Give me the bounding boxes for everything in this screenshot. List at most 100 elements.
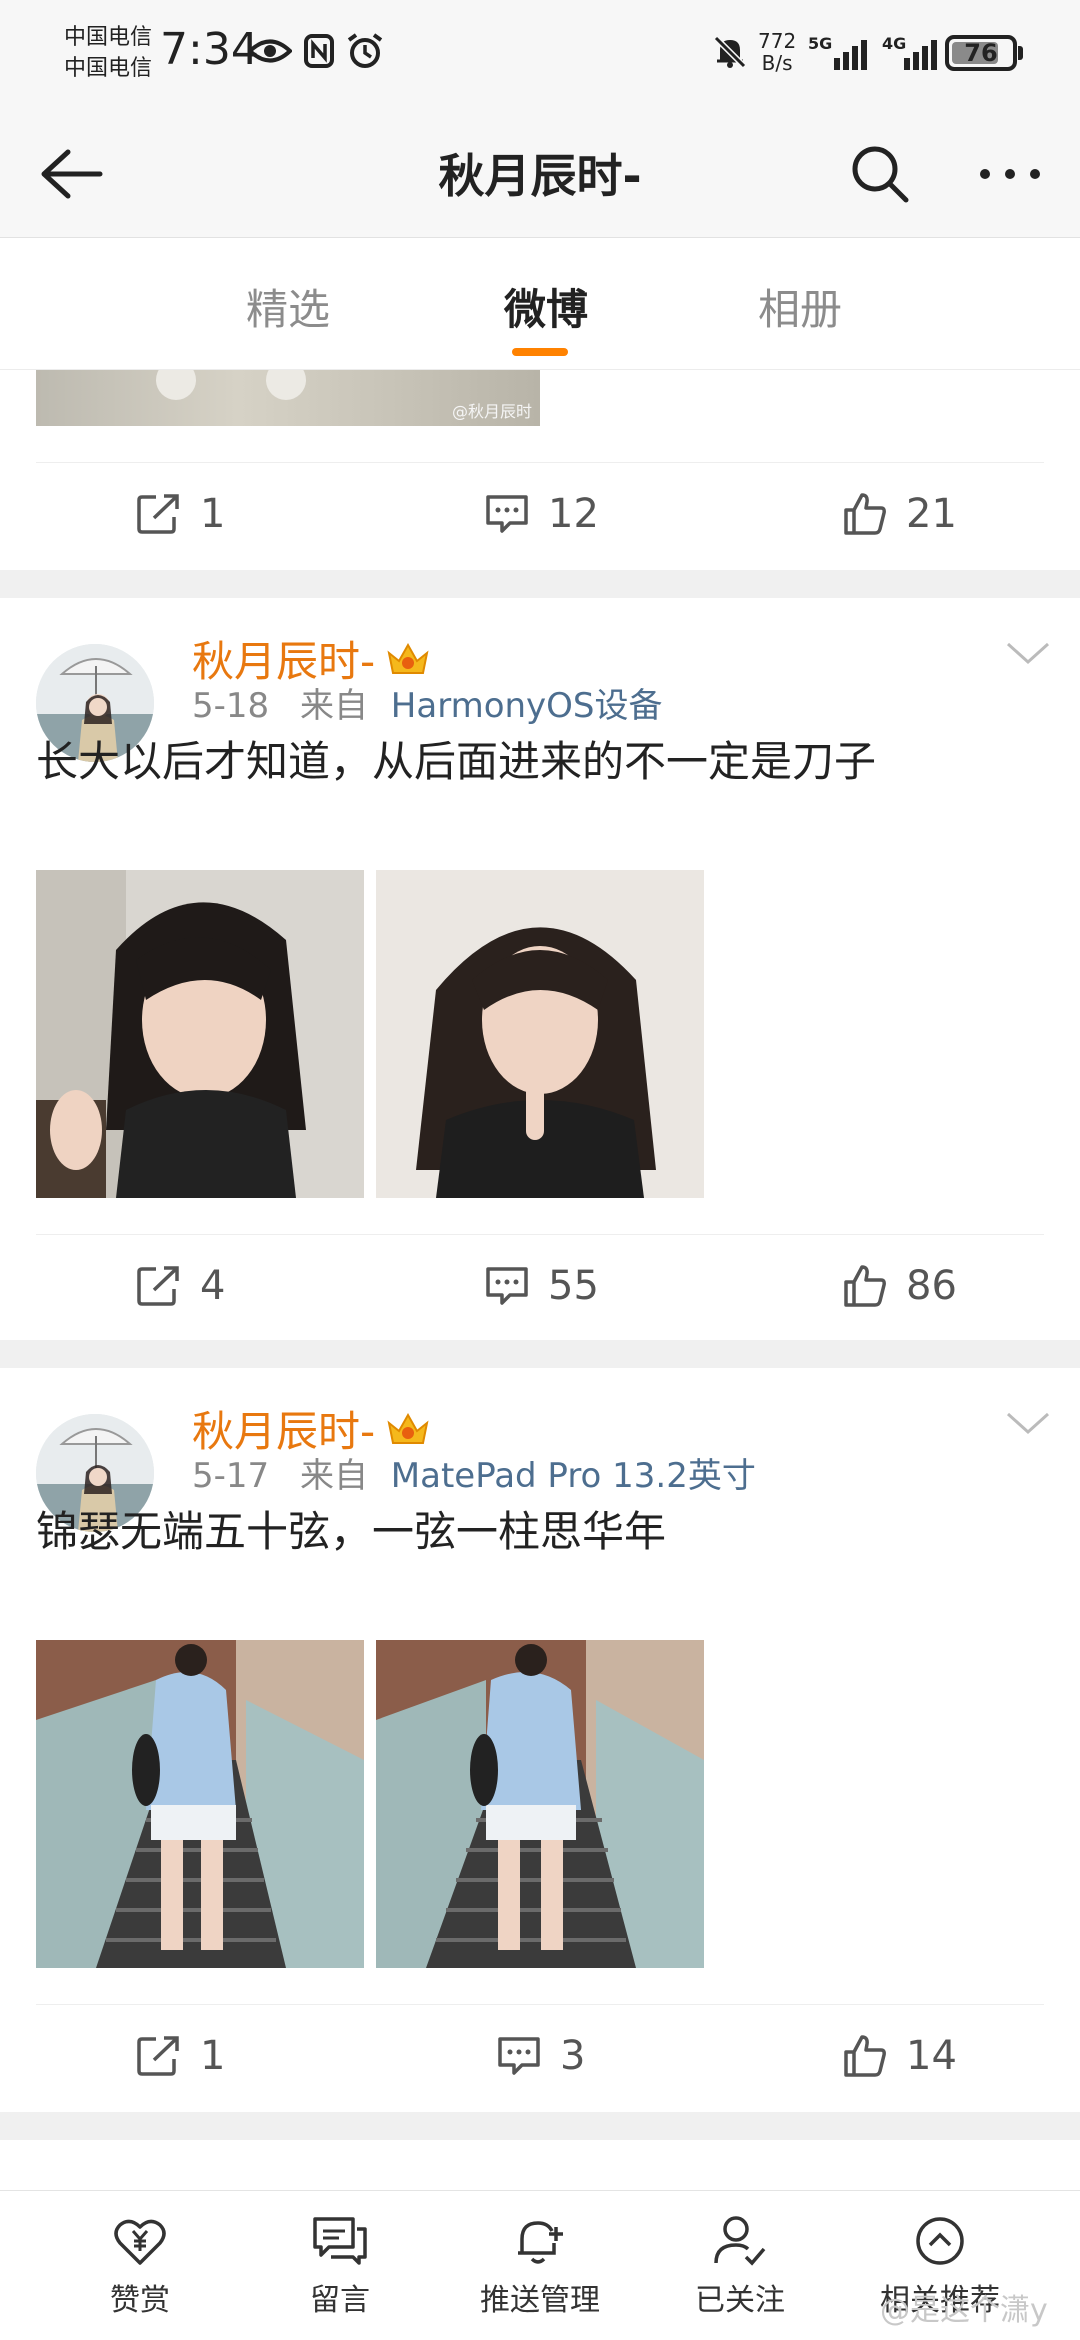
active-tab-indicator <box>512 348 568 356</box>
photo-escalator <box>36 1640 364 1968</box>
post-separator <box>0 2112 1080 2140</box>
like-count: 14 <box>906 2033 957 2079</box>
battery-level: 76 <box>964 39 998 67</box>
comment-icon <box>486 1267 528 1305</box>
push-settings-button[interactable]: 推送管理 <box>460 2213 620 2319</box>
photo-selfie <box>376 870 704 1198</box>
post-image[interactable] <box>376 870 704 1198</box>
user-check-icon <box>714 2216 766 2266</box>
comment-button[interactable]: 55 <box>484 1263 599 1309</box>
comment-button[interactable]: 12 <box>484 491 599 537</box>
post-image-partial[interactable]: @秋月辰时 <box>36 370 540 426</box>
vip-crown-icon <box>387 642 429 674</box>
repost-count: 1 <box>200 2033 226 2079</box>
post-meta: 5-17 来自 MatePad Pro 13.2英寸 <box>192 1448 756 1497</box>
following-label: 已关注 <box>695 2283 785 2318</box>
source-device[interactable]: HarmonyOS设备 <box>391 686 663 726</box>
carrier-labels: 中国电信 中国电信 <box>64 22 152 84</box>
battery-indicator: 76 <box>945 35 1017 71</box>
image-detail <box>266 370 306 400</box>
top-nav-bar: 秋月辰时- <box>0 110 1080 238</box>
source-prefix: 来自 <box>299 1456 368 1496</box>
clock: 7:34 <box>160 24 259 75</box>
carrier-2: 中国电信 <box>64 56 153 81</box>
like-button[interactable]: 14 <box>842 2033 957 2079</box>
search-icon[interactable] <box>848 142 912 206</box>
post-separator <box>0 570 1080 598</box>
net-speed-value: 772 <box>758 29 797 53</box>
comment-icon <box>498 2037 540 2075</box>
battery-tip <box>1018 46 1023 60</box>
post-image[interactable] <box>376 1640 704 1968</box>
chevron-up-circle-icon <box>916 2217 964 2265</box>
vip-crown-icon <box>387 1412 429 1444</box>
thumbs-up-icon <box>844 2035 886 2077</box>
next-post-partial <box>0 2140 1080 2190</box>
push-settings-label: 推送管理 <box>480 2283 600 2318</box>
post-date: 5-17 <box>192 1456 270 1496</box>
carrier-1: 中国电信 <box>64 25 153 50</box>
post-card: 秋月辰时- 5-18 来自 HarmonyOS设备 长大以后才知道，从后面进来的… <box>0 598 1080 1340</box>
page-title: 秋月辰时- <box>438 149 642 203</box>
tab-weibo[interactable]: 微博 <box>466 276 626 337</box>
comment-count: 3 <box>560 2033 586 2079</box>
repost-button[interactable]: 1 <box>136 491 225 537</box>
post-separator <box>0 1340 1080 1368</box>
like-count: 86 <box>906 1263 957 1309</box>
eye-icon <box>248 39 292 63</box>
message-icon <box>313 2217 367 2265</box>
post-text: 长大以后才知道，从后面进来的不一定是刀子 <box>36 737 877 786</box>
like-button[interactable]: 21 <box>842 491 957 537</box>
nfc-icon <box>304 34 334 68</box>
net-speed-unit: B/s <box>761 51 793 75</box>
photo-selfie <box>36 870 364 1198</box>
repost-count: 4 <box>200 1263 226 1309</box>
thumbs-up-icon <box>844 493 886 535</box>
alarm-icon <box>347 33 383 68</box>
message-label: 留言 <box>310 2283 370 2318</box>
repost-button[interactable]: 1 <box>136 2033 225 2079</box>
image-detail <box>156 370 196 400</box>
tab-album[interactable]: 相册 <box>720 276 880 337</box>
thumbs-up-icon <box>844 1265 886 1307</box>
bell-plus-icon <box>518 2221 563 2264</box>
post-image[interactable] <box>36 870 364 1198</box>
signal-bars-icon <box>834 40 867 70</box>
bottom-action-bar: 赞赏 留言 推送管理 已关注 相关推荐 @是这个潇y <box>0 2190 1080 2340</box>
reward-label: 赞赏 <box>110 2283 170 2318</box>
repost-icon <box>137 1266 179 1306</box>
image-watermark: @是这个潇y <box>880 2293 1048 2328</box>
chevron-down-icon[interactable] <box>1004 1408 1052 1438</box>
like-count: 21 <box>906 491 957 537</box>
signal-bars-icon <box>904 40 937 70</box>
post-text: 锦瑟无端五十弦，一弦一柱思华年 <box>36 1507 667 1556</box>
repost-icon <box>137 494 179 534</box>
net-speed: 772 B/s <box>758 30 796 74</box>
repost-icon <box>137 2036 179 2076</box>
tab-featured[interactable]: 精选 <box>208 276 368 337</box>
profile-tabs: 精选 微博 相册 <box>0 238 1080 370</box>
heart-yen-icon <box>114 2219 166 2265</box>
like-button[interactable]: 86 <box>842 1263 957 1309</box>
image-watermark: @秋月辰时 <box>451 402 532 421</box>
photo-escalator <box>376 1640 704 1968</box>
more-options-icon[interactable] <box>975 162 1045 186</box>
source-device[interactable]: MatePad Pro 13.2英寸 <box>391 1456 756 1496</box>
post-date: 5-18 <box>192 686 270 726</box>
comment-count: 12 <box>548 491 599 537</box>
reward-button[interactable]: 赞赏 <box>60 2213 220 2319</box>
post-image[interactable] <box>36 1640 364 1968</box>
following-button[interactable]: 已关注 <box>660 2213 820 2319</box>
status-bar: 中国电信 中国电信 7:34 772 B/s 5G 4G 76 <box>0 0 1080 110</box>
post-card: 秋月辰时- 5-17 来自 MatePad Pro 13.2英寸 锦瑟无端五十弦… <box>0 1368 1080 2112</box>
comment-count: 55 <box>548 1263 599 1309</box>
post-meta: 5-18 来自 HarmonyOS设备 <box>192 678 663 727</box>
repost-count: 1 <box>200 491 226 537</box>
message-button[interactable]: 留言 <box>260 2213 420 2319</box>
repost-button[interactable]: 4 <box>136 1263 225 1309</box>
comment-button[interactable]: 3 <box>496 2033 585 2079</box>
post-action-bar: 4 55 86 <box>36 1234 1044 1338</box>
post-action-bar: 1 12 21 <box>36 462 1044 566</box>
chevron-down-icon[interactable] <box>1004 638 1052 668</box>
mute-bell-icon <box>713 35 747 69</box>
